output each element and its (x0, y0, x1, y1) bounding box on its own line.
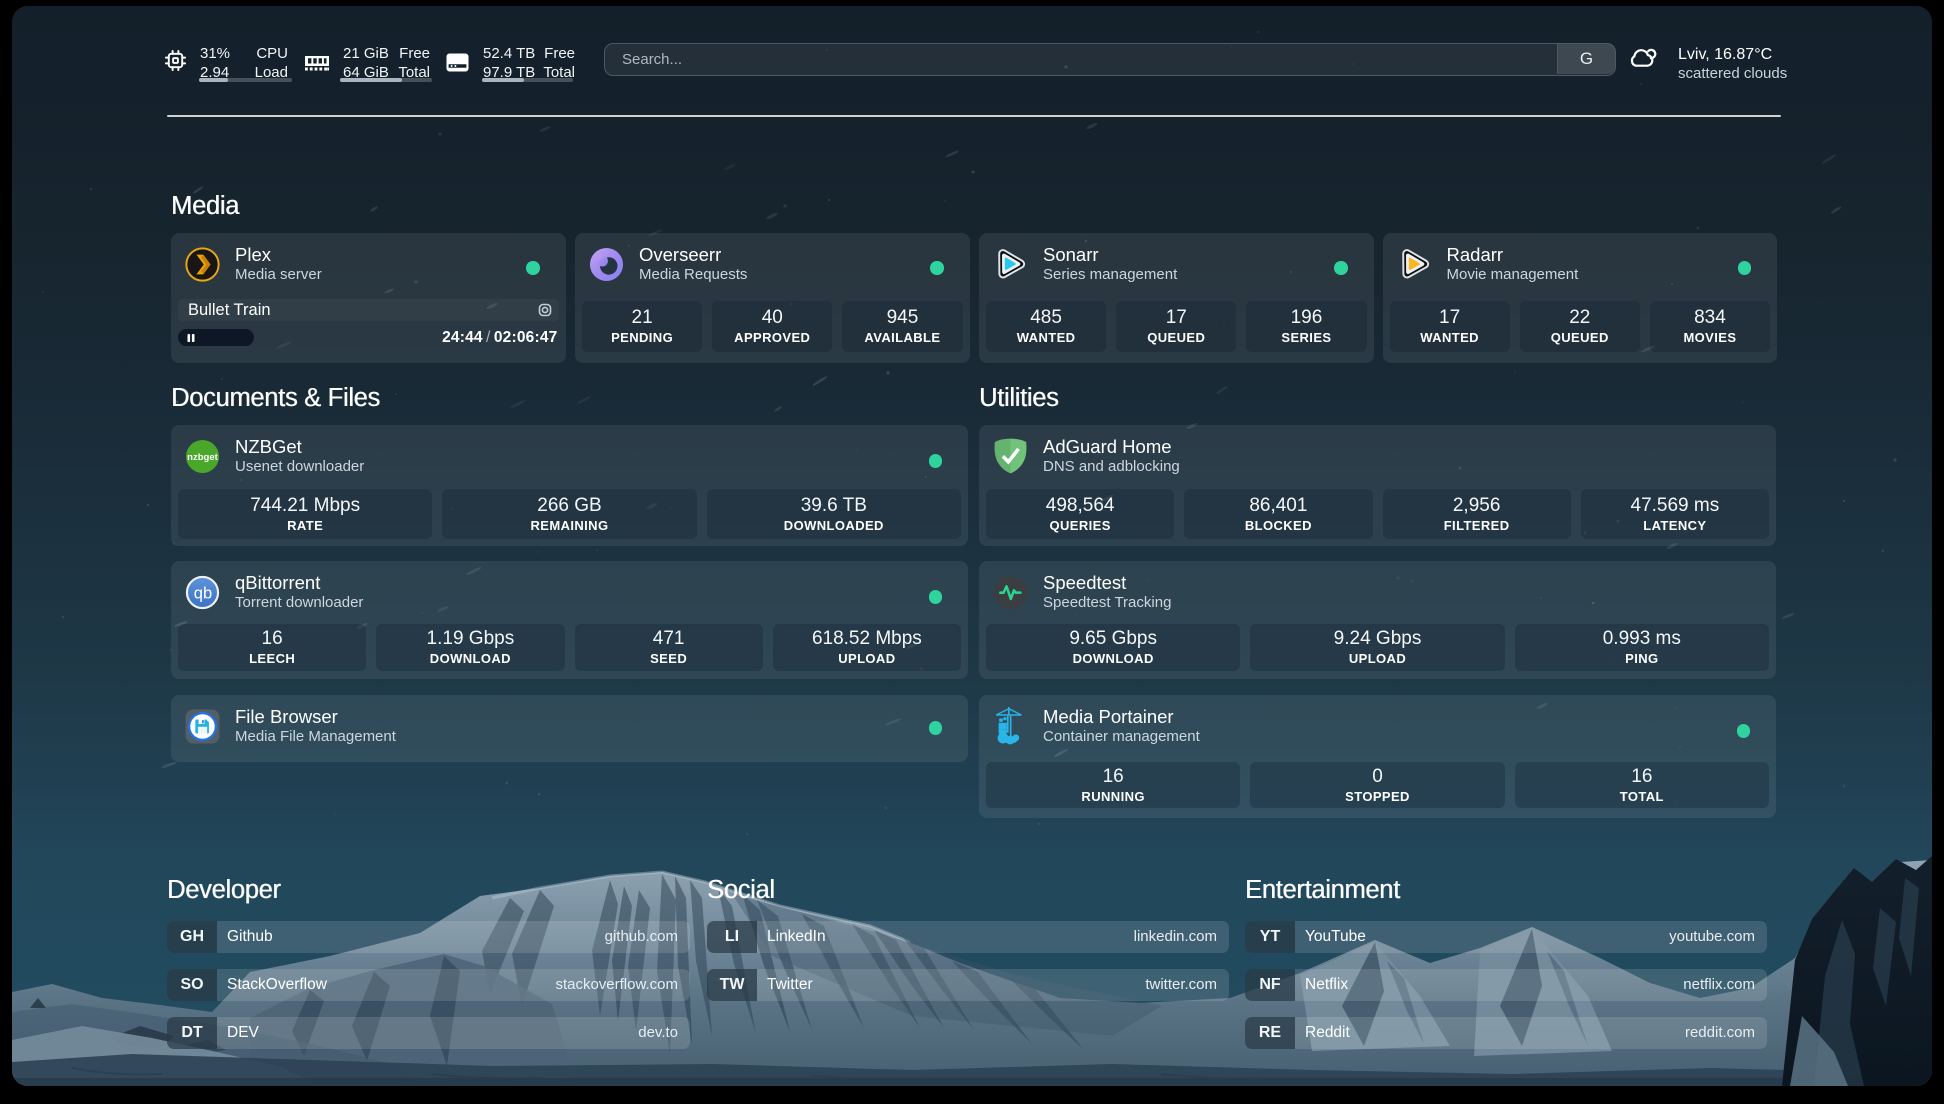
svg-text:qb: qb (194, 583, 212, 602)
svg-text:nzbget: nzbget (187, 452, 218, 463)
